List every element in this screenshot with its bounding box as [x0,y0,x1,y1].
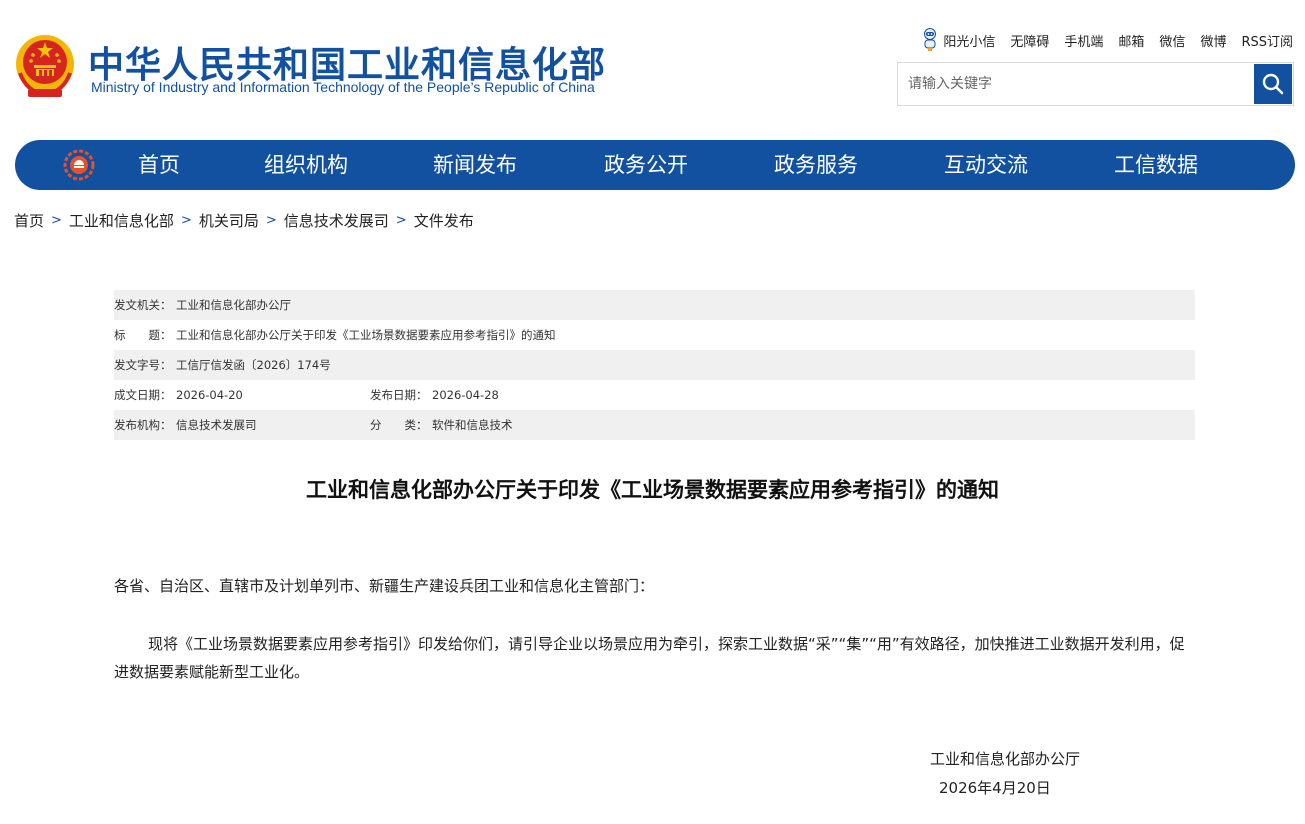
top-links: 阳光小信 无障碍 手机端 邮箱 微信 微博 RSS订阅 [921,28,1293,52]
toplink-mail[interactable]: 邮箱 [1118,31,1144,50]
meta-created-value: 2026-04-20 [176,388,243,402]
meta-doc-number-value: 工信厅信发函〔2026〕174号 [176,358,331,372]
breadcrumb-separator: > [51,213,62,228]
toplink-wechat[interactable]: 微信 [1159,31,1185,50]
toplink-label: 微博 [1200,34,1227,50]
meta-title-label: 标 题： [114,328,172,342]
meta-row-dates: 成文日期： 2026-04-20 发布日期： 2026-04-28 [114,380,1195,410]
nav-news[interactable]: 新闻发布 [433,140,517,190]
robot-icon [924,28,937,51]
toplink-accessibility[interactable]: 无障碍 [1010,31,1049,50]
national-emblem-icon [16,35,74,98]
search-button[interactable] [1254,64,1292,104]
meta-issuer-value: 工业和信息化部办公厅 [176,298,291,312]
toplink-label: 无障碍 [1010,34,1050,50]
toplink-weibo[interactable]: 微博 [1200,31,1226,50]
document-title: 工业和信息化部办公厅关于印发《工业场景数据要素应用参考指引》的通知 [306,478,999,502]
toplink-label: RSS订阅 [1241,34,1293,50]
search-icon [1262,73,1284,95]
toplink-mobile[interactable]: 手机端 [1064,31,1103,50]
toplink-label: 手机端 [1064,34,1104,50]
main-nav: 首页 组织机构 新闻发布 政务公开 政务服务 互动交流 工信数据 [15,140,1295,190]
meta-org-label: 发布机构： [114,418,172,432]
meta-category-label: 分 类： [370,418,428,432]
breadcrumb-home[interactable]: 首页 [14,210,44,231]
meta-category-value: 软件和信息技术 [432,418,513,432]
nav-organization[interactable]: 组织机构 [264,140,348,190]
meta-published-label: 发布日期： [370,388,428,402]
breadcrumb-ministry[interactable]: 工业和信息化部 [69,210,174,231]
meta-issuer-label: 发文机关： [114,298,172,312]
breadcrumb-separator: > [180,213,192,228]
meta-created-label: 成文日期： [114,388,172,402]
nav-home[interactable]: 首页 [138,140,180,190]
toplink-rss[interactable]: RSS订阅 [1241,31,1293,50]
breadcrumb-separator: > [265,213,277,228]
nav-gov-affairs-disclosure[interactable]: 政务公开 [604,140,688,190]
toplink-label: 邮箱 [1118,34,1145,50]
meta-doc-number-label: 发文字号： [114,358,172,372]
breadcrumb-documents[interactable]: 文件发布 [414,210,474,231]
meta-title-value: 工业和信息化部办公厅关于印发《工业场景数据要素应用参考指引》的通知 [176,328,556,342]
toplink-label: 微信 [1159,34,1186,50]
search-box [897,62,1294,106]
meta-org-value: 信息技术发展司 [176,418,257,432]
site-subtitle: Ministry of Industry and Information Tec… [91,79,595,95]
meta-row-doc-number: 发文字号： 工信厅信发函〔2026〕174号 [114,350,1195,380]
meta-row-issuer: 发文机关： 工业和信息化部办公厅 [114,290,1195,320]
toplink-label: 阳光小信 [943,34,996,50]
signature-date: 2026年4月20日 [939,779,1051,797]
meta-row-title: 标 题： 工业和信息化部办公厅关于印发《工业场景数据要素应用参考指引》的通知 [114,320,1195,350]
nav-data[interactable]: 工信数据 [1114,140,1198,190]
search-input[interactable] [898,63,1253,105]
document-body: 现将《工业场景数据要素应用参考指引》印发给你们，请引导企业以场景应用为牵引，探索… [114,635,1185,681]
ministry-logo-icon [63,149,95,181]
nav-gov-services[interactable]: 政务服务 [774,140,858,190]
breadcrumb-it-dept[interactable]: 信息技术发展司 [284,210,389,231]
meta-row-org: 发布机构： 信息技术发展司 分 类： 软件和信息技术 [114,410,1195,440]
signature-organization: 工业和信息化部办公厅 [930,750,1081,768]
breadcrumb-separator: > [395,213,407,228]
nav-interaction[interactable]: 互动交流 [944,140,1028,190]
meta-published-value: 2026-04-28 [432,388,499,402]
breadcrumb-departments[interactable]: 机关司局 [199,210,259,231]
toplink-sunshine-assistant[interactable]: 阳光小信 [921,28,995,52]
document-salutation: 各省、自治区、直辖市及计划单列市、新疆生产建设兵团工业和信息化主管部门： [114,577,655,595]
document-meta-table: 发文机关： 工业和信息化部办公厅 标 题： 工业和信息化部办公厅关于印发《工业场… [114,290,1195,440]
breadcrumb: 首页 > 工业和信息化部 > 机关司局 > 信息技术发展司 > 文件发布 [14,210,474,231]
